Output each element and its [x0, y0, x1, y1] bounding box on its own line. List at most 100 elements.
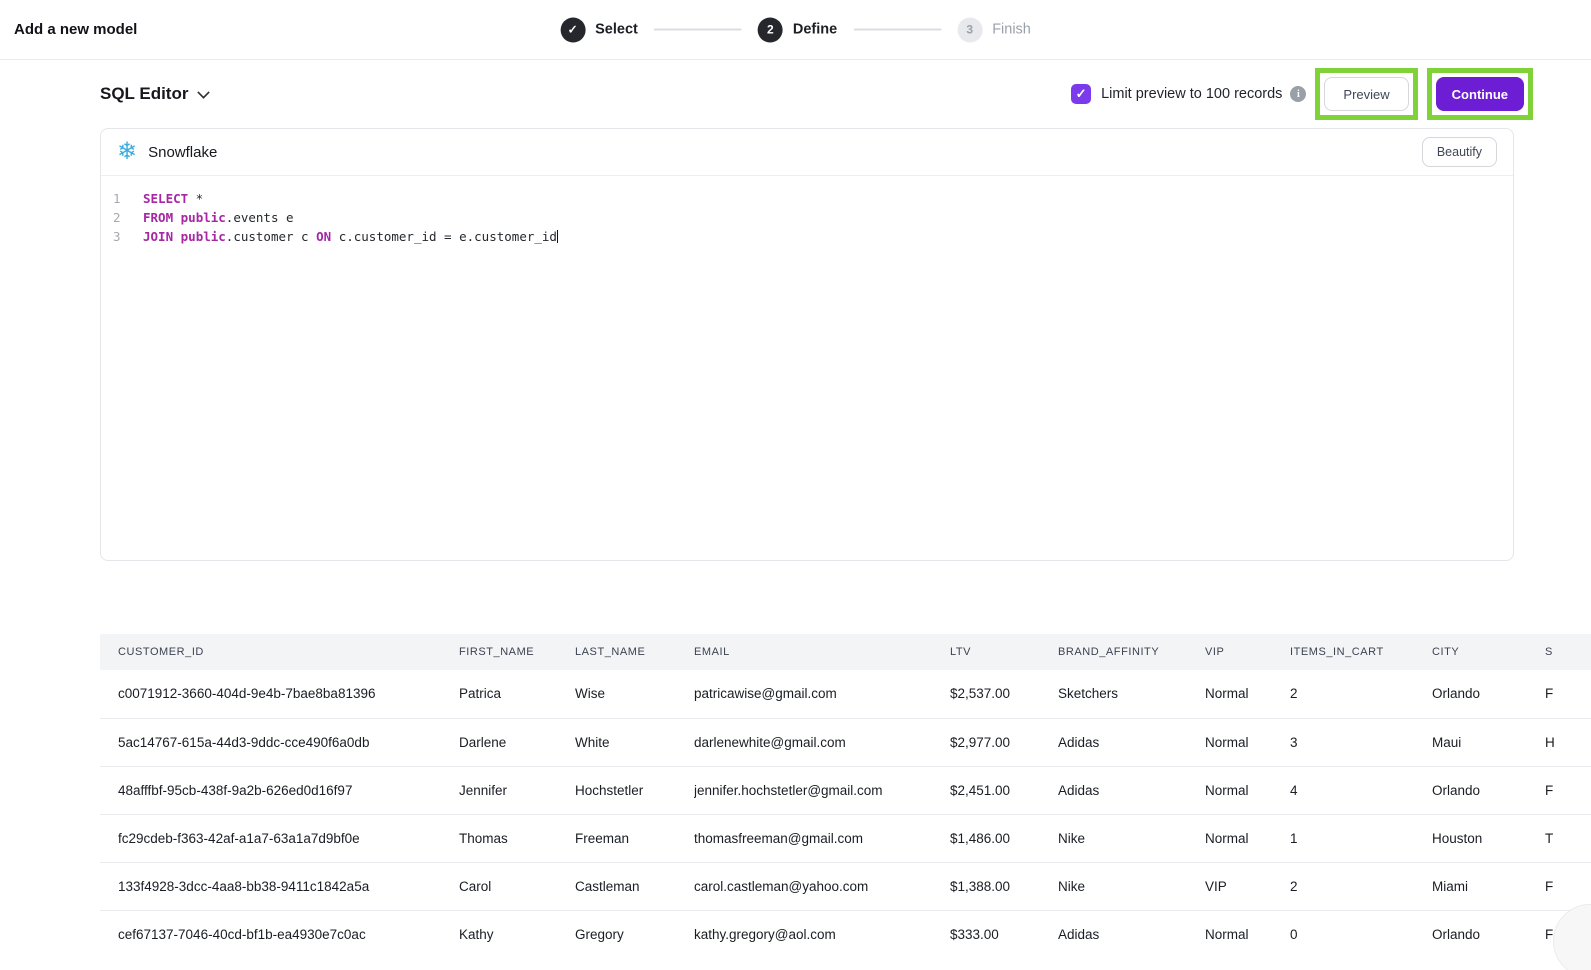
preview-table-container: CUSTOMER_IDFIRST_NAMELAST_NAMEEMAILLTVBR… — [100, 634, 1591, 958]
top-bar: Add a new model ✓Select 2Define 3 Finish — [0, 0, 1591, 60]
table-cell: Normal — [1205, 814, 1290, 862]
table-cell: Kathy — [459, 910, 575, 958]
sql-keyword: JOIN — [143, 229, 173, 244]
table-cell: Sketchers — [1058, 670, 1205, 718]
table-cell: thomasfreeman@gmail.com — [694, 814, 950, 862]
step-finish[interactable]: 3 Finish — [957, 17, 1031, 42]
step-select[interactable]: ✓Select — [560, 17, 638, 42]
connector-name: Snowflake — [148, 144, 217, 161]
line-number: 3 — [113, 227, 131, 246]
table-cell: Adidas — [1058, 718, 1205, 766]
sql-text — [173, 210, 181, 225]
beautify-button[interactable]: Beautify — [1422, 137, 1497, 167]
table-cell: Orlando — [1432, 910, 1545, 958]
column-header: ITEMS_IN_CART — [1290, 634, 1432, 670]
step-label: Finish — [992, 22, 1031, 38]
code-line: 2 FROM public.events e — [113, 208, 1513, 227]
table-cell: 3 — [1290, 718, 1432, 766]
table-cell: F — [1545, 766, 1591, 814]
table-cell: F — [1545, 862, 1591, 910]
table-cell: Thomas — [459, 814, 575, 862]
column-header: LTV — [950, 634, 1058, 670]
table-cell: $2,451.00 — [950, 766, 1058, 814]
table-row[interactable]: 48afffbf-95cb-438f-9a2b-626ed0d16f97Jenn… — [100, 766, 1591, 814]
line-number: 1 — [113, 189, 131, 208]
step-connector — [853, 29, 941, 31]
editor-type-dropdown[interactable]: SQL Editor — [100, 84, 209, 104]
limit-preview-checkbox[interactable]: ✓ — [1071, 84, 1091, 104]
table-cell: Gregory — [575, 910, 694, 958]
editor-type-label: SQL Editor — [100, 84, 188, 104]
table-cell: Orlando — [1432, 670, 1545, 718]
editor-toolbar: SQL Editor ✓ Limit preview to 100 record… — [0, 60, 1591, 128]
table-cell: cef67137-7046-40cd-bf1b-ea4930e7c0ac — [100, 910, 459, 958]
sql-keyword: FROM — [143, 210, 173, 225]
table-cell: patricawise@gmail.com — [694, 670, 950, 718]
column-header: FIRST_NAME — [459, 634, 575, 670]
continue-button[interactable]: Continue — [1436, 77, 1524, 111]
column-header: BRAND_AFFINITY — [1058, 634, 1205, 670]
table-cell: Orlando — [1432, 766, 1545, 814]
sql-text: .events e — [226, 210, 294, 225]
limit-preview-label: Limit preview to 100 records — [1101, 86, 1282, 102]
table-cell: Normal — [1205, 766, 1290, 814]
line-number: 2 — [113, 208, 131, 227]
step-define[interactable]: 2Define — [758, 17, 837, 42]
table-cell: 2 — [1290, 670, 1432, 718]
table-cell: T — [1545, 814, 1591, 862]
table-cell: 4 — [1290, 766, 1432, 814]
code-line: 1SELECT * — [113, 189, 1513, 208]
page-title: Add a new model — [14, 21, 137, 38]
table-cell: kathy.gregory@aol.com — [694, 910, 950, 958]
column-header: CUSTOMER_ID — [100, 634, 459, 670]
sql-keyword: public — [181, 229, 226, 244]
connector-header: ❄ Snowflake Beautify — [101, 129, 1513, 176]
sql-text: .customer c — [226, 229, 316, 244]
table-cell: Miami — [1432, 862, 1545, 910]
table-cell: White — [575, 718, 694, 766]
table-cell: $1,486.00 — [950, 814, 1058, 862]
table-row[interactable]: fc29cdeb-f363-42af-a1a7-63a1a7d9bf0eThom… — [100, 814, 1591, 862]
table-cell: $2,977.00 — [950, 718, 1058, 766]
table-cell: Normal — [1205, 910, 1290, 958]
table-cell: Adidas — [1058, 766, 1205, 814]
sql-code-area[interactable]: 1SELECT *2FROM public.events e3JOIN publ… — [101, 176, 1513, 246]
table-row[interactable]: cef67137-7046-40cd-bf1b-ea4930e7c0acKath… — [100, 910, 1591, 958]
table-header-row: CUSTOMER_IDFIRST_NAMELAST_NAMEEMAILLTVBR… — [100, 634, 1591, 670]
table-cell: 0 — [1290, 910, 1432, 958]
table-cell: Nike — [1058, 814, 1205, 862]
sql-keyword: SELECT — [143, 191, 188, 206]
table-row[interactable]: 133f4928-3dcc-4aa8-bb38-9411c1842a5aCaro… — [100, 862, 1591, 910]
code-line: 3 JOIN public.customer c ON c.customer_id… — [113, 227, 1513, 246]
column-header: VIP — [1205, 634, 1290, 670]
preview-highlight-box: Preview — [1315, 68, 1417, 120]
table-row[interactable]: c0071912-3660-404d-9e4b-7bae8ba81396Patr… — [100, 670, 1591, 718]
table-cell: Patrica — [459, 670, 575, 718]
table-cell: Darlene — [459, 718, 575, 766]
table-cell: Hochstetler — [575, 766, 694, 814]
sql-keyword: ON — [316, 229, 331, 244]
table-cell: Nike — [1058, 862, 1205, 910]
table-cell: Freeman — [575, 814, 694, 862]
step-connector — [654, 29, 742, 31]
preview-button[interactable]: Preview — [1324, 77, 1408, 111]
step-number: 3 — [957, 17, 982, 42]
sql-text: c.customer_id = e.customer_id — [331, 229, 557, 244]
table-cell: darlenewhite@gmail.com — [694, 718, 950, 766]
table-cell: Normal — [1205, 718, 1290, 766]
table-cell: Wise — [575, 670, 694, 718]
table-cell: $2,537.00 — [950, 670, 1058, 718]
sql-keyword: public — [181, 210, 226, 225]
table-cell: VIP — [1205, 862, 1290, 910]
chevron-down-icon — [198, 86, 210, 98]
table-cell: Maui — [1432, 718, 1545, 766]
sql-text — [173, 229, 181, 244]
table-cell: Normal — [1205, 670, 1290, 718]
table-cell: Castleman — [575, 862, 694, 910]
column-header: EMAIL — [694, 634, 950, 670]
table-cell: 5ac14767-615a-44d3-9ddc-cce490f6a0db — [100, 718, 459, 766]
table-cell: F — [1545, 670, 1591, 718]
info-icon[interactable]: i — [1290, 86, 1306, 102]
table-row[interactable]: 5ac14767-615a-44d3-9ddc-cce490f6a0dbDarl… — [100, 718, 1591, 766]
table-cell: jennifer.hochstetler@gmail.com — [694, 766, 950, 814]
